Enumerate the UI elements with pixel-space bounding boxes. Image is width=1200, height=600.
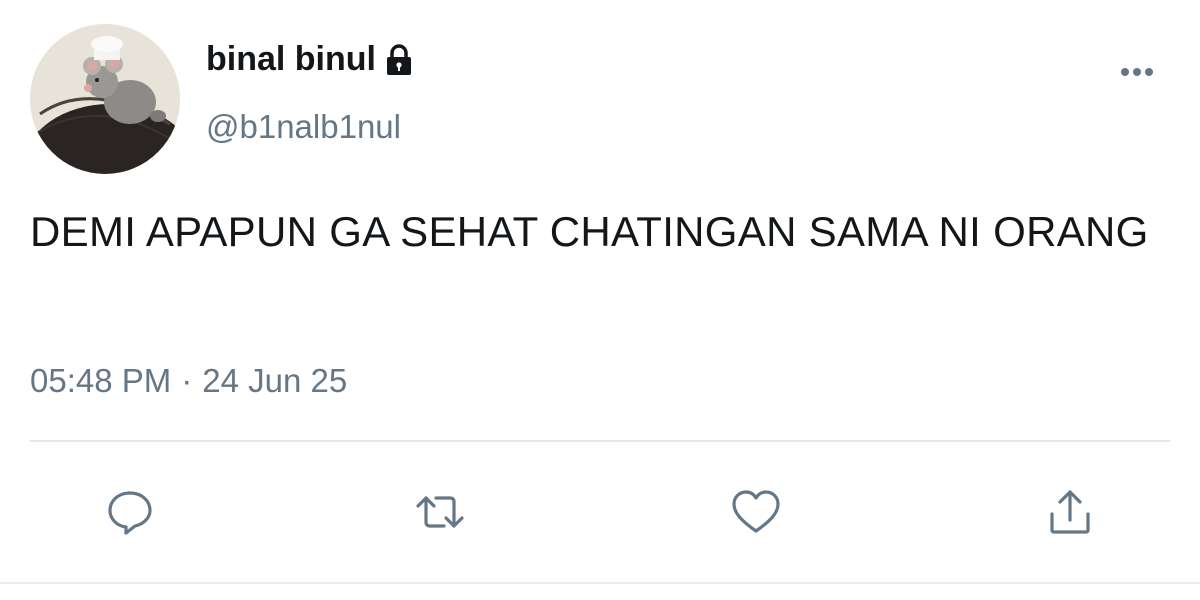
tweet-card: binal binul @b1nalb1nul DEMI APAPUN GA S… [0,0,1200,600]
avatar[interactable] [30,24,180,174]
lock-icon [384,43,414,77]
share-icon [1050,490,1090,534]
display-name[interactable]: binal binul [206,40,414,79]
avatar-photo-icon [30,24,180,174]
heart-icon [732,490,780,533]
divider [30,440,1170,442]
reply-icon [108,491,152,535]
user-handle[interactable]: @b1nalb1nul [206,108,401,146]
bottom-divider [0,582,1200,584]
share-button[interactable] [1040,482,1100,542]
timestamp-separator: · [181,362,193,399]
retweet-button[interactable] [410,482,470,542]
like-button[interactable] [726,482,786,542]
reply-button[interactable] [100,482,160,542]
tweet-timestamp[interactable]: 05:48 PM · 24 Jun 25 [30,362,347,400]
display-name-text: binal binul [206,40,376,78]
retweet-icon [416,496,464,528]
more-options-icon[interactable] [1112,60,1162,84]
tweet-date: 24 Jun 25 [202,362,348,399]
tweet-time: 05:48 PM [30,362,172,399]
action-bar [0,482,1200,542]
tweet-text: DEMI APAPUN GA SEHAT CHATINGAN SAMA NI O… [30,208,1149,255]
